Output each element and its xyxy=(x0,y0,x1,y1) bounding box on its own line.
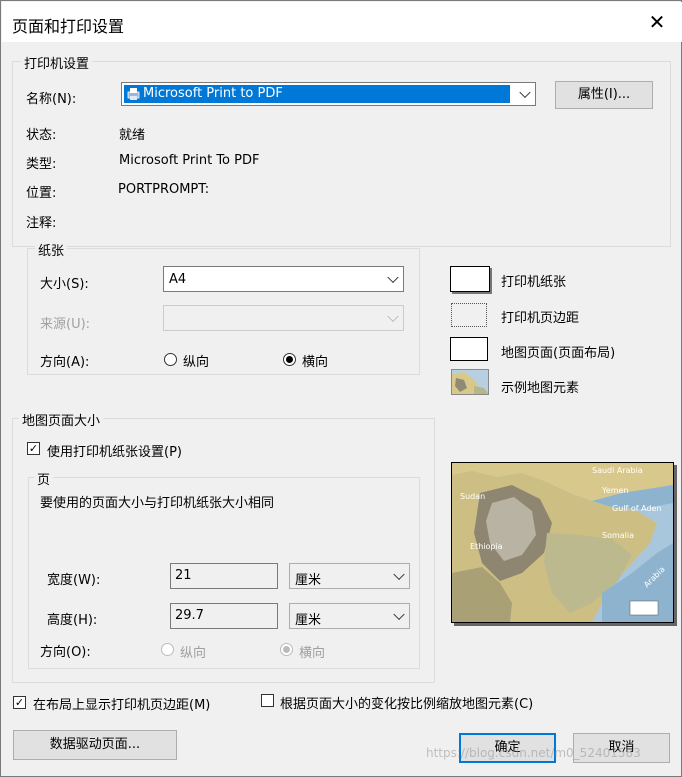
comment-label: 注释: xyxy=(26,216,57,231)
sample-map-elements-legend-label: 示例地图元素 xyxy=(501,381,580,396)
page-preview: Saudi Arabia Sudan Yemen Gulf of Aden Et… xyxy=(451,462,674,623)
landscape-radio-label: 横向 xyxy=(302,355,329,370)
data-driven-pages-button[interactable]: 数据驱动页面... xyxy=(13,730,177,760)
printer-margins-legend-label: 打印机页边距 xyxy=(501,311,580,326)
location-label: 位置: xyxy=(26,186,57,201)
dialog-title: 页面和打印设置 xyxy=(12,17,125,36)
map-label-ethiopia: Ethiopia xyxy=(470,542,503,551)
status-value: 就绪 xyxy=(119,128,146,143)
height-label: 高度(H): xyxy=(47,613,98,628)
location-value: PORTPROMPT: xyxy=(118,182,210,197)
preview-map-image: Saudi Arabia Sudan Yemen Gulf of Aden Et… xyxy=(452,463,673,622)
landscape-radio[interactable] xyxy=(283,353,296,366)
show-margins-checkbox[interactable]: ✓ xyxy=(13,696,26,709)
type-value: Microsoft Print To PDF xyxy=(119,153,260,168)
page-and-print-setup-dialog: 页面和打印设置 ✕ 打印机设置 名称(N): Microsoft Print t… xyxy=(0,0,682,777)
map-label-sudan: Sudan xyxy=(460,492,485,501)
height-unit-value: 厘米 xyxy=(295,613,322,628)
page-orientation-label: 方向(O): xyxy=(40,645,91,660)
printer-name-select[interactable]: Microsoft Print to PDF xyxy=(121,82,536,106)
height-unit-select[interactable]: 厘米 xyxy=(289,603,410,629)
type-label: 类型: xyxy=(26,157,57,172)
page-size-note: 要使用的页面大小与打印机纸张大小相同 xyxy=(40,496,275,511)
paper-source-label: 来源(U): xyxy=(40,317,91,332)
status-label: 状态: xyxy=(26,128,57,143)
paper-source-select[interactable] xyxy=(163,305,404,331)
page-landscape-radio[interactable] xyxy=(280,643,293,656)
map-label-gulf-of-aden: Gulf of Aden xyxy=(612,504,662,513)
paper-group-title: 纸张 xyxy=(35,240,68,259)
map-label-somalia: Somalia xyxy=(602,531,634,540)
sample-map-elements-swatch xyxy=(451,369,489,395)
chevron-down-icon xyxy=(393,568,405,581)
page-portrait-radio[interactable] xyxy=(161,643,174,656)
printer-name-value: Microsoft Print to PDF xyxy=(143,86,283,101)
paper-size-select[interactable]: A4 xyxy=(163,266,404,292)
map-page-legend-label: 地图页面(页面布局) xyxy=(501,346,616,361)
printer-margins-swatch xyxy=(451,303,487,327)
use-printer-paper-label: 使用打印机纸张设置(P) xyxy=(47,445,182,460)
scale-elements-label: 根据页面大小的变化按比例缩放地图元素(C) xyxy=(280,697,534,712)
width-unit-value: 厘米 xyxy=(295,573,322,588)
title-bar: 页面和打印设置 ✕ xyxy=(2,2,682,42)
paper-orientation-label: 方向(A): xyxy=(40,355,90,370)
close-icon[interactable]: ✕ xyxy=(642,8,672,36)
portrait-radio-label: 纵向 xyxy=(183,355,210,370)
chevron-down-icon xyxy=(387,271,399,284)
map-page-swatch xyxy=(450,337,488,361)
printer-paper-swatch xyxy=(450,266,490,292)
width-input[interactable]: 21 xyxy=(170,563,278,589)
printer-name-label: 名称(N): xyxy=(26,92,77,107)
height-input[interactable]: 29.7 xyxy=(170,603,278,629)
chevron-down-icon xyxy=(387,310,399,323)
page-portrait-label: 纵向 xyxy=(180,646,207,661)
printer-icon xyxy=(126,86,141,101)
scale-elements-checkbox[interactable] xyxy=(261,694,274,707)
printer-paper-legend-label: 打印机纸张 xyxy=(501,275,567,290)
width-label: 宽度(W): xyxy=(47,573,101,588)
map-legend-box xyxy=(629,600,659,616)
map-page-size-group-title: 地图页面大小 xyxy=(19,410,104,429)
map-label-saudi-arabia: Saudi Arabia xyxy=(592,466,643,475)
chevron-down-icon xyxy=(393,608,405,621)
watermark-text: https://blog.csdn.net/m0_52401583 xyxy=(426,746,641,760)
chevron-down-icon xyxy=(519,86,531,99)
use-printer-paper-checkbox[interactable]: ✓ xyxy=(27,442,40,455)
paper-size-value: A4 xyxy=(169,272,187,287)
portrait-radio[interactable] xyxy=(164,353,177,366)
show-margins-label: 在布局上显示打印机页边距(M) xyxy=(33,698,211,713)
width-unit-select[interactable]: 厘米 xyxy=(289,563,410,589)
printer-setup-group-title: 打印机设置 xyxy=(21,53,93,72)
properties-button[interactable]: 属性(I)... xyxy=(555,81,653,109)
page-subgroup-title: 页 xyxy=(34,469,54,488)
paper-size-label: 大小(S): xyxy=(40,277,89,292)
page-landscape-label: 横向 xyxy=(299,646,326,661)
map-label-yemen: Yemen xyxy=(601,486,629,495)
